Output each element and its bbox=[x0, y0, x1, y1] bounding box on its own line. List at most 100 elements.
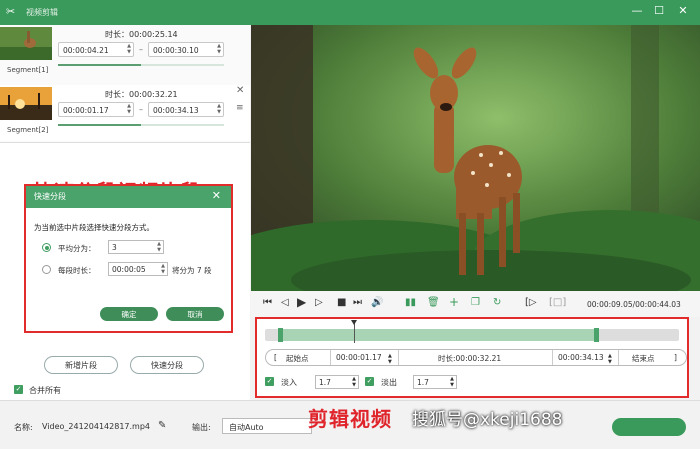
mark-in-icon[interactable]: [▷ bbox=[525, 297, 537, 308]
bracket-right-icon: ] bbox=[674, 353, 677, 362]
minimize-button[interactable]: — bbox=[630, 4, 644, 17]
dialog-title: 快速分段 bbox=[34, 192, 66, 201]
fade-in-checkbox[interactable]: ✓ bbox=[265, 377, 274, 386]
stepper-icon[interactable]: ▲ ▼ bbox=[608, 353, 612, 365]
stepper-icon[interactable]: ▲ ▼ bbox=[161, 263, 165, 275]
segment-item[interactable]: Segment[1] 时长：00:00:25.14 00:00:04.21 ▲ ▼… bbox=[0, 25, 250, 81]
mark-out-icon[interactable]: [□] bbox=[549, 297, 566, 308]
quick-split-button[interactable]: 快速分段 bbox=[130, 356, 204, 374]
play-icon[interactable]: ▶ bbox=[297, 295, 306, 309]
fade-out-checkbox[interactable]: ✓ bbox=[365, 377, 374, 386]
merge-all-label: 合并所有 bbox=[29, 386, 61, 395]
split-count-hint: 将分为 7 段 bbox=[172, 266, 212, 275]
stop-icon[interactable]: ■ bbox=[337, 297, 346, 308]
skip-end-icon[interactable]: ⏭ bbox=[353, 297, 362, 308]
segment-duration: 时长：00:00:25.14 bbox=[105, 30, 178, 39]
maximize-button[interactable]: ☐ bbox=[652, 4, 666, 17]
segment-start-value: 00:00:01.17 bbox=[63, 106, 109, 115]
stepper-icon[interactable]: ▲ ▼ bbox=[352, 376, 356, 388]
copy-icon[interactable]: ❐ bbox=[471, 297, 480, 308]
playback-controls: ⏮ ◁ ▶ ▷ ■ ⏭ 🔊 ▮▮ 🗑 + ❐ ↻ [▷ [□] 00:00:09… bbox=[251, 291, 700, 317]
segment-end-value: 00:00:30.10 bbox=[153, 46, 199, 55]
edit-name-icon[interactable]: ✎ bbox=[158, 420, 166, 431]
stepper-icon[interactable]: ▲ ▼ bbox=[127, 43, 131, 55]
stepper-icon[interactable]: ▲ ▼ bbox=[217, 43, 221, 55]
segment-item[interactable]: Segment[2] 时长：00:00:32.21 00:00:01.17 ▲ ▼… bbox=[0, 85, 250, 141]
average-split-radio[interactable] bbox=[42, 243, 51, 252]
output-value: 自动Auto bbox=[229, 423, 264, 432]
timeline[interactable] bbox=[265, 320, 679, 343]
end-point-button[interactable]: 结束点 bbox=[632, 353, 655, 364]
average-split-value: 3 bbox=[112, 243, 117, 252]
close-icon[interactable]: ✕ bbox=[236, 85, 244, 96]
playhead-marker-icon[interactable] bbox=[351, 320, 357, 325]
average-split-input[interactable]: 3 ▲ ▼ bbox=[108, 240, 164, 254]
fade-in-label: 淡入 bbox=[281, 378, 297, 387]
segment-duration: 时长：00:00:32.21 bbox=[105, 90, 178, 99]
segment-start-time[interactable]: 00:00:04.21 ▲ ▼ bbox=[58, 42, 134, 57]
segment-duration-input[interactable]: 00:00:05 ▲ ▼ bbox=[108, 262, 168, 276]
stepper-icon[interactable]: ▲ ▼ bbox=[127, 103, 131, 115]
close-window-button[interactable]: ✕ bbox=[676, 4, 690, 17]
range-dash: – bbox=[139, 105, 143, 114]
delete-icon[interactable]: 🗑 bbox=[427, 297, 440, 308]
segment-label: Segment[1] bbox=[7, 66, 49, 74]
fade-out-value: 1.7 bbox=[417, 378, 429, 387]
output-label: 输出: bbox=[192, 423, 211, 432]
fade-in-input[interactable]: 1.7 ▲ ▼ bbox=[315, 375, 359, 389]
step-forward-icon[interactable]: ▷ bbox=[315, 297, 323, 308]
watermark: 搜狐号@xkeji1688 bbox=[412, 410, 563, 430]
stepper-icon[interactable]: ▲ ▼ bbox=[157, 241, 161, 253]
segment-end-time[interactable]: 00:00:30.10 ▲ ▼ bbox=[148, 42, 224, 57]
quick-split-dialog: 快速分段 ✕ 为当前选中片段选择快速分段方式。 平均分为： 3 ▲ ▼ 每段时长：… bbox=[24, 184, 233, 333]
dialog-cancel-button[interactable]: 取消 bbox=[166, 307, 224, 321]
end-point-value[interactable]: 00:00:34.13 bbox=[558, 353, 604, 362]
app-title: 视频剪辑 bbox=[26, 8, 58, 17]
step-back-icon[interactable]: ◁ bbox=[281, 297, 289, 308]
video-preview[interactable] bbox=[251, 25, 700, 291]
title-bar: ✂ 视频剪辑 — ☐ ✕ bbox=[0, 0, 700, 25]
start-point-button[interactable]: 起始点 bbox=[286, 353, 309, 364]
divider bbox=[330, 350, 331, 365]
name-label: 名称: bbox=[14, 423, 33, 432]
dialog-question: 为当前选中片段选择快速分段方式。 bbox=[34, 223, 154, 232]
skip-start-icon[interactable]: ⏮ bbox=[263, 297, 272, 308]
stepper-icon[interactable]: ▲ ▼ bbox=[388, 353, 392, 365]
volume-icon[interactable]: 🔊 bbox=[371, 297, 383, 308]
timeline-start-handle[interactable] bbox=[278, 328, 283, 342]
divider bbox=[552, 350, 553, 365]
export-button[interactable] bbox=[612, 418, 686, 436]
segment-end-time[interactable]: 00:00:34.13 ▲ ▼ bbox=[148, 102, 224, 117]
segment-label: Segment[2] bbox=[7, 126, 49, 134]
divider bbox=[618, 350, 619, 365]
merge-all-checkbox[interactable]: ✓ bbox=[14, 385, 23, 394]
segment-list: Segment[1] 时长：00:00:25.14 00:00:04.21 ▲ ▼… bbox=[0, 25, 250, 143]
segment-progress-fill bbox=[58, 124, 141, 126]
add-icon[interactable]: + bbox=[449, 295, 459, 309]
segment-end-value: 00:00:34.13 bbox=[153, 106, 199, 115]
reset-icon[interactable]: ↻ bbox=[493, 297, 501, 308]
segment-progress bbox=[58, 124, 224, 126]
segment-start-time[interactable]: 00:00:01.17 ▲ ▼ bbox=[58, 102, 134, 117]
stepper-icon[interactable]: ▲ ▼ bbox=[450, 376, 454, 388]
fade-out-label: 淡出 bbox=[381, 378, 397, 387]
range-dash: – bbox=[139, 45, 143, 54]
duration-label: 时长:00:00:32.21 bbox=[438, 354, 502, 363]
dialog-close-icon[interactable]: ✕ bbox=[212, 189, 221, 202]
app-logo-icon: ✂ bbox=[6, 5, 16, 18]
timeline-selection bbox=[280, 329, 596, 341]
playback-time: 00:00:09.05/00:00:44.03 bbox=[587, 300, 681, 309]
timeline-end-handle[interactable] bbox=[594, 328, 599, 342]
new-segment-button[interactable]: 新增片段 bbox=[44, 356, 118, 374]
output-select[interactable]: 自动Auto bbox=[222, 418, 312, 434]
fade-out-input[interactable]: 1.7 ▲ ▼ bbox=[413, 375, 457, 389]
menu-icon[interactable]: ≡ bbox=[236, 103, 244, 113]
start-point-value[interactable]: 00:00:01.17 bbox=[336, 353, 382, 362]
segment-progress bbox=[58, 64, 224, 66]
stepper-icon[interactable]: ▲ ▼ bbox=[217, 103, 221, 115]
segment-duration-value: 00:00:05 bbox=[112, 265, 146, 274]
edit-panel: [ 起始点 00:00:01.17 ▲ ▼ 时长:00:00:32.21 00:0… bbox=[255, 317, 689, 398]
segment-duration-radio[interactable] bbox=[42, 265, 51, 274]
split-icon[interactable]: ▮▮ bbox=[405, 297, 416, 308]
dialog-ok-button[interactable]: 确定 bbox=[100, 307, 158, 321]
